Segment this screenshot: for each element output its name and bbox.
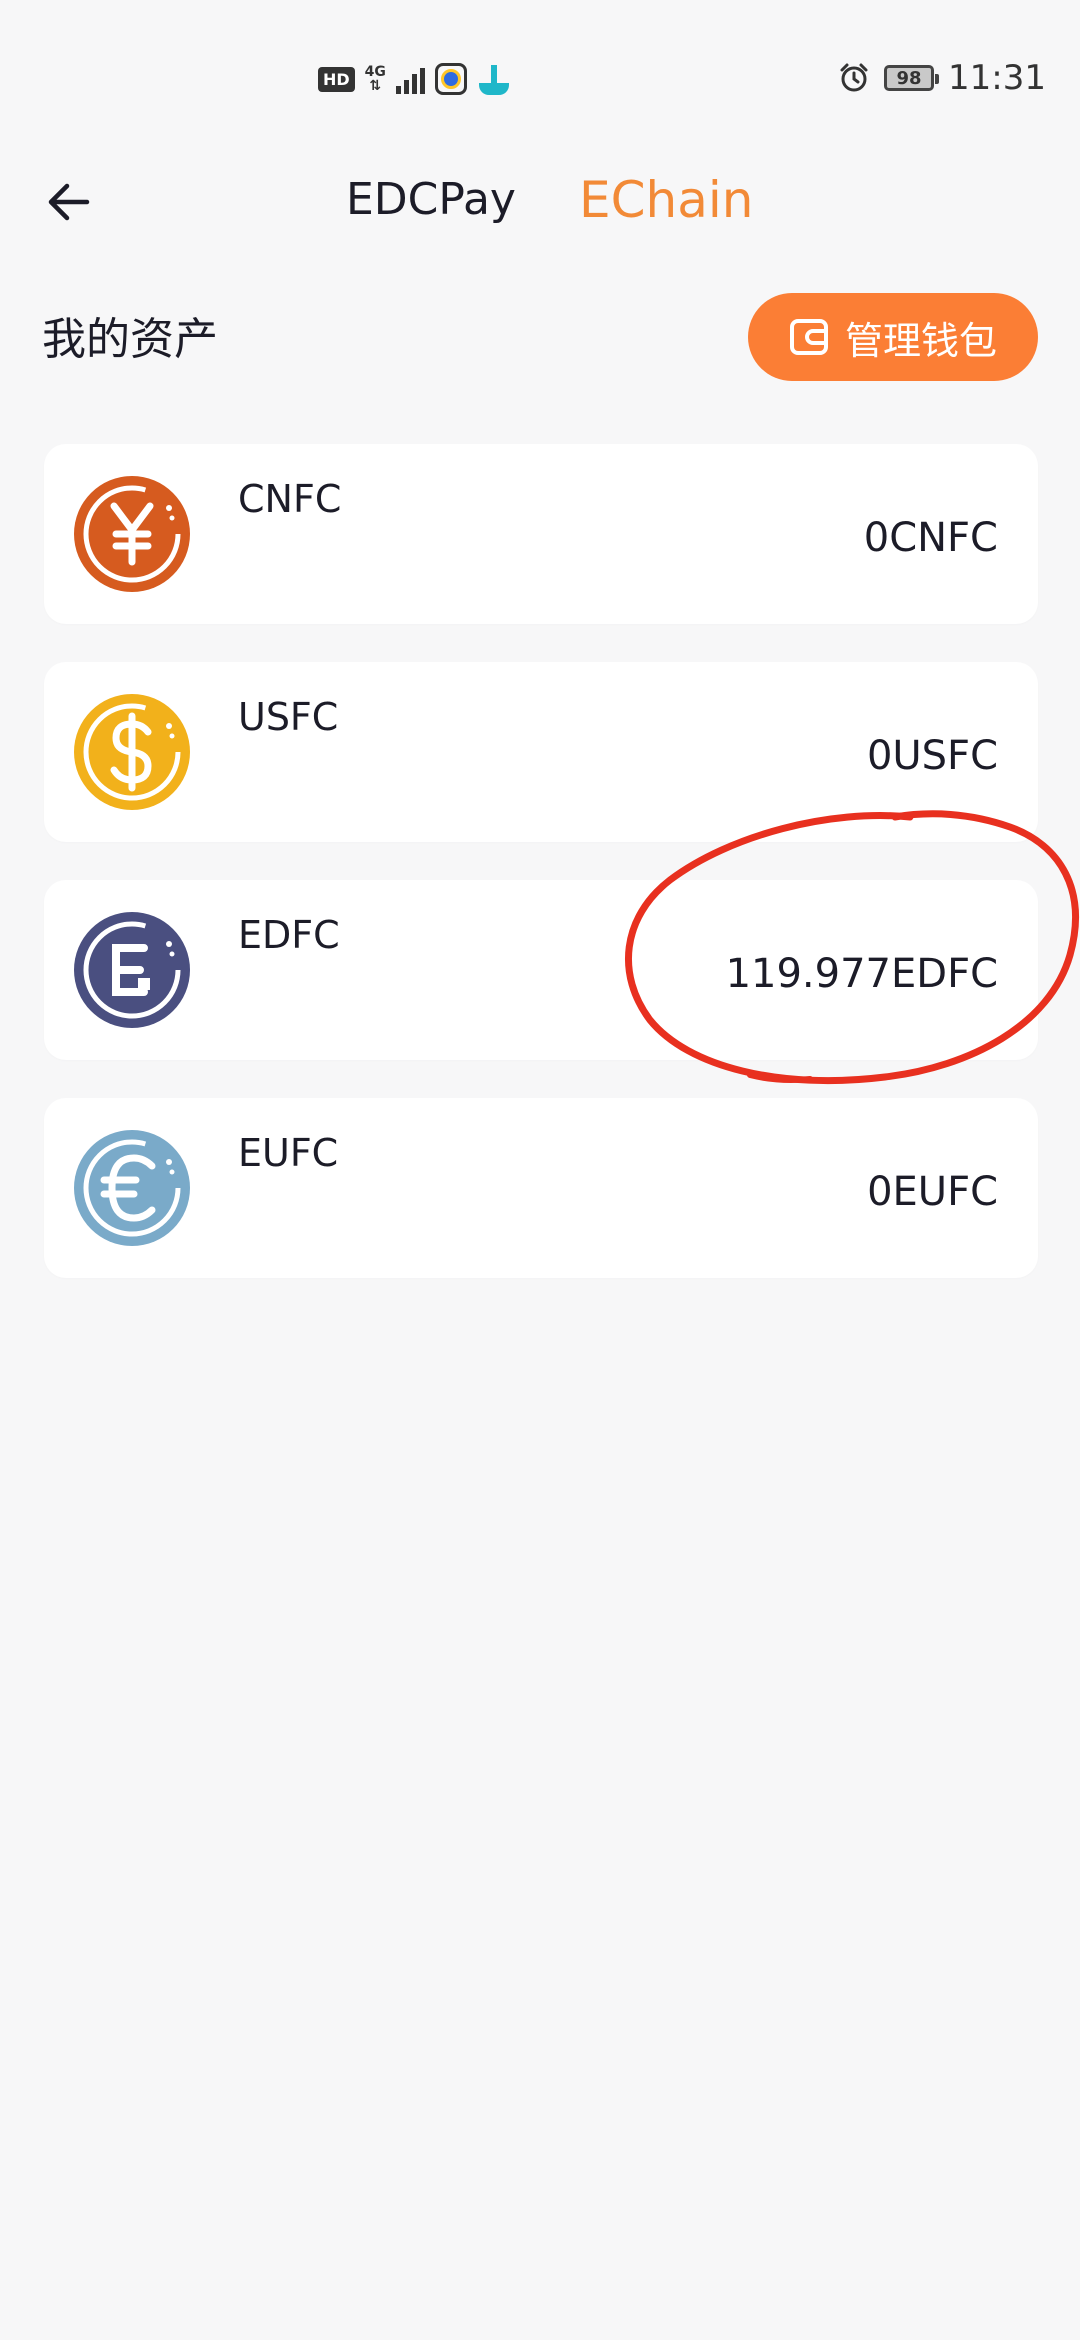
yuan-coin-icon — [74, 476, 190, 592]
back-arrow-icon — [48, 183, 90, 221]
battery-icon: 98 — [884, 65, 940, 91]
manage-wallet-label: 管理钱包 — [844, 318, 997, 363]
back-button[interactable] — [38, 172, 98, 232]
asset-list: CNFC 0CNFC USFC 0USFC EDFC 119.977EDFC E… — [44, 444, 1038, 1316]
asset-name: CNFC — [238, 477, 342, 521]
alarm-icon — [840, 63, 868, 92]
status-right: 98 11:31 — [838, 56, 1046, 100]
asset-name: USFC — [238, 695, 339, 739]
dollar-coin-icon — [74, 694, 190, 810]
top-nav: EDCPay EChain — [0, 150, 1080, 250]
asset-balance: 0USFC — [866, 733, 998, 779]
section-title: 我的资产 — [42, 314, 218, 365]
asset-balance: 0EUFC — [867, 1169, 998, 1215]
asset-item-eufc[interactable]: EUFC 0EUFC — [44, 1098, 1038, 1278]
app-notification-icon-2 — [477, 63, 511, 95]
asset-item-edfc[interactable]: EDFC 119.977EDFC — [44, 880, 1038, 1060]
asset-name: EUFC — [238, 1131, 339, 1175]
tab-echain[interactable]: EChain — [579, 170, 753, 230]
clock: 11:31 — [948, 58, 1046, 98]
battery-level: 98 — [896, 67, 922, 89]
network-label: 4G — [364, 64, 386, 80]
asset-balance: 119.977EDFC — [725, 951, 998, 997]
wallet-icon — [789, 319, 828, 355]
asset-item-usfc[interactable]: USFC 0USFC — [44, 662, 1038, 842]
app-notification-icon — [434, 63, 467, 95]
asset-name: EDFC — [238, 913, 340, 957]
status-bar: HD 4G ⇅ 98 11:31 — [0, 0, 1080, 150]
edfc-coin-icon — [74, 912, 190, 1028]
tab-edcpay[interactable]: EDCPay — [346, 170, 516, 230]
asset-balance: 0CNFC — [863, 515, 998, 561]
euro-coin-icon — [74, 1130, 190, 1246]
manage-wallet-button[interactable]: 管理钱包 — [748, 293, 1038, 381]
asset-item-cnfc[interactable]: CNFC 0CNFC — [44, 444, 1038, 624]
network-type: 4G ⇅ — [365, 65, 386, 93]
hd-badge: HD — [318, 66, 355, 92]
status-icons: HD 4G ⇅ — [318, 60, 511, 98]
data-arrows-icon: ⇅ — [369, 78, 382, 94]
signal-icon — [395, 64, 425, 94]
